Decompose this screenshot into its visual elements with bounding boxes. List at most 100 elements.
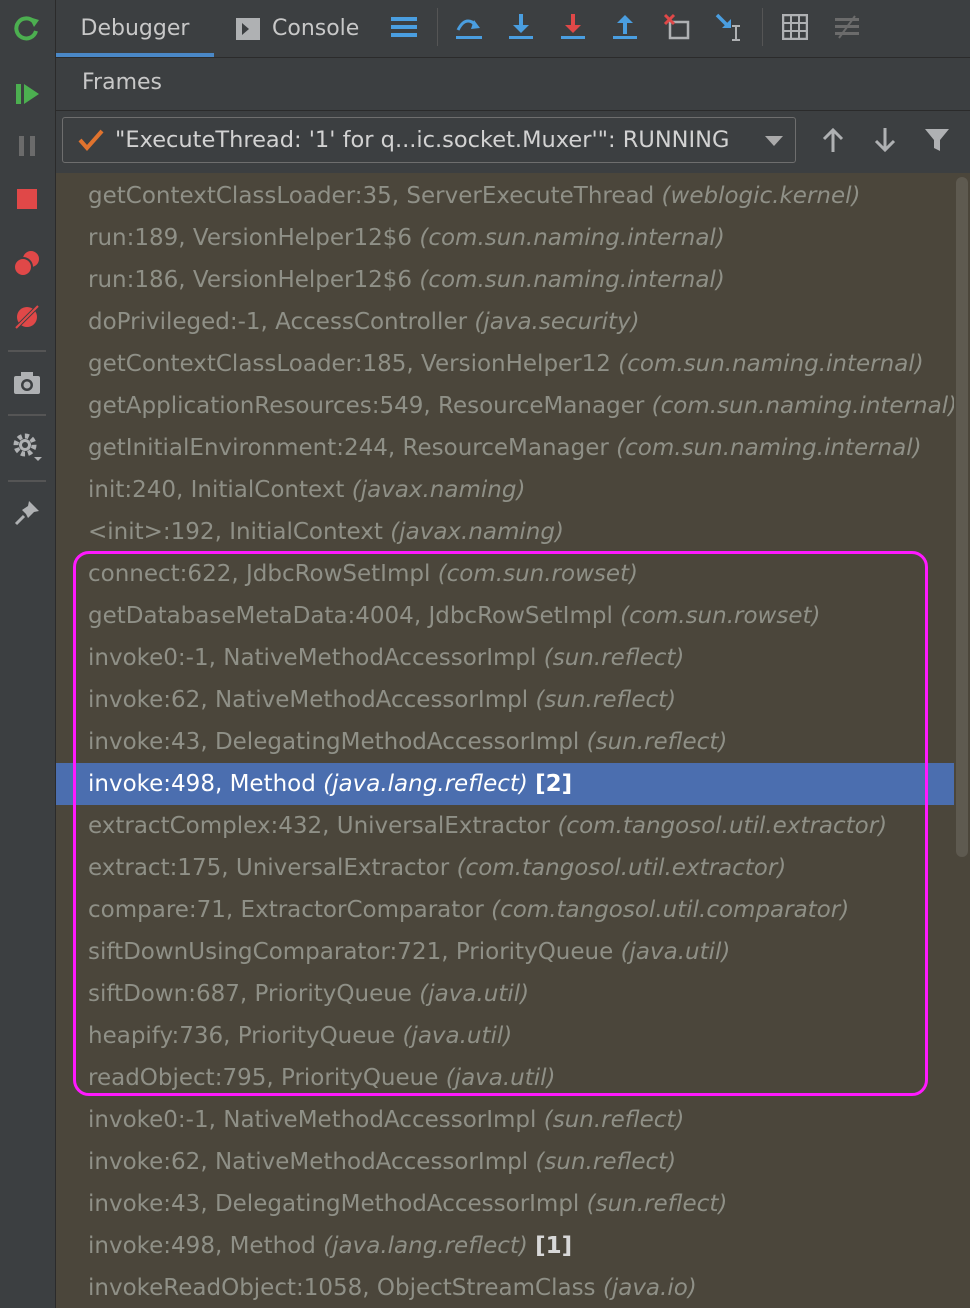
layout-menu-button[interactable] (387, 10, 421, 44)
evaluate-expression-button[interactable] (778, 10, 812, 44)
frame-row[interactable]: doPrivileged:-1, AccessController (java.… (56, 301, 968, 343)
next-frame-button[interactable] (868, 123, 902, 157)
frame-package: (java.util) (419, 981, 530, 1007)
force-step-into-button[interactable] (556, 10, 590, 44)
show-execution-point-button[interactable] (452, 10, 486, 44)
frame-row[interactable]: getDatabaseMetaData:4004, JdbcRowSetImpl… (56, 595, 968, 637)
frame-package: (com.tangosol.util.comparator) (491, 897, 850, 923)
frame-row[interactable]: siftDown:687, PriorityQueue (java.util) (56, 973, 968, 1015)
rerun-button[interactable] (8, 10, 46, 48)
trace-icon (835, 15, 859, 39)
frame-package: (java.lang.reflect) (323, 1233, 528, 1259)
settings-button[interactable] (8, 428, 46, 466)
frame-package: (javax.naming) (390, 519, 564, 545)
frame-method: heapify:736, PriorityQueue (88, 1023, 396, 1049)
frame-row[interactable]: <init>:192, InitialContext (javax.naming… (56, 511, 968, 553)
frame-row[interactable]: invoke:43, DelegatingMethodAccessorImpl … (56, 1183, 968, 1225)
console-icon (236, 17, 260, 40)
trace-button[interactable] (830, 10, 864, 44)
view-breakpoints-button[interactable] (8, 244, 46, 282)
frame-package: (com.sun.naming.internal) (651, 393, 958, 419)
rerun-icon (14, 16, 39, 41)
toolbar-separator (437, 8, 438, 46)
frame-row[interactable]: invoke:498, Method (java.lang.reflect) [… (56, 1225, 968, 1267)
frame-package: (java.lang.reflect) (323, 771, 528, 797)
frame-row[interactable]: connect:622, JdbcRowSetImpl (com.sun.row… (56, 553, 968, 595)
pin-tab-button[interactable] (8, 494, 46, 532)
arrow-down-icon (874, 128, 896, 153)
frame-row[interactable]: invoke0:-1, NativeMethodAccessorImpl (su… (56, 1099, 968, 1141)
frame-row[interactable]: getContextClassLoader:35, ServerExecuteT… (56, 175, 968, 217)
frame-package: (com.sun.rowset) (620, 603, 821, 629)
get-thread-dump-button[interactable] (8, 364, 46, 402)
tab-console[interactable]: Console (236, 0, 359, 57)
frame-row[interactable]: compare:71, ExtractorComparator (com.tan… (56, 889, 968, 931)
frame-row[interactable]: getInitialEnvironment:244, ResourceManag… (56, 427, 968, 469)
frame-method: getInitialEnvironment:244, ResourceManag… (88, 435, 609, 461)
frame-method: run:186, VersionHelper12$6 (88, 267, 413, 293)
toolbar-separator (8, 480, 46, 482)
frame-row[interactable]: invoke:43, DelegatingMethodAccessorImpl … (56, 721, 968, 763)
frame-method: compare:71, ExtractorComparator (88, 897, 484, 923)
pause-button[interactable] (8, 127, 46, 165)
frame-row[interactable]: getContextClassLoader:185, VersionHelper… (56, 343, 968, 385)
toolbar-separator (762, 8, 763, 46)
step-out-button[interactable] (608, 10, 642, 44)
stop-button[interactable] (8, 180, 46, 218)
resume-icon (16, 84, 39, 104)
settings-icon (13, 433, 42, 461)
view-breakpoints-icon (13, 251, 39, 277)
thread-dropdown[interactable]: "ExecuteThread: '1' for q...ic.socket.Mu… (62, 117, 796, 163)
frames-title: Frames (82, 70, 163, 95)
tab-debugger[interactable]: Debugger (56, 0, 214, 57)
frame-row[interactable]: invoke0:-1, NativeMethodAccessorImpl (su… (56, 637, 968, 679)
frame-row[interactable]: invoke:498, Method (java.lang.reflect) [… (56, 763, 968, 805)
step-into-button[interactable] (504, 10, 538, 44)
frame-method: invoke:498, Method (88, 771, 316, 797)
frame-package: (sun.reflect) (535, 1149, 677, 1175)
frame-method: doPrivileged:-1, AccessController (88, 309, 468, 335)
frame-package: (com.tangosol.util.extractor) (456, 855, 787, 881)
frame-row[interactable]: heapify:736, PriorityQueue (java.util) (56, 1015, 968, 1057)
frame-method: invoke:62, NativeMethodAccessorImpl (88, 1149, 529, 1175)
frame-method: siftDown:687, PriorityQueue (88, 981, 412, 1007)
camera-icon (14, 372, 40, 394)
frame-method: invoke:62, NativeMethodAccessorImpl (88, 687, 529, 713)
frame-row[interactable]: init:240, InitialContext (javax.naming) (56, 469, 968, 511)
frame-package: (java.util) (620, 939, 731, 965)
frame-row[interactable]: invoke:62, NativeMethodAccessorImpl (sun… (56, 1141, 968, 1183)
arrow-up-icon (822, 127, 844, 152)
filter-frames-button[interactable] (920, 123, 954, 157)
frame-row[interactable]: run:189, VersionHelper12$6 (com.sun.nami… (56, 217, 968, 259)
frame-row[interactable]: getApplicationResources:549, ResourceMan… (56, 385, 968, 427)
frame-method: getApplicationResources:549, ResourceMan… (88, 393, 645, 419)
mute-breakpoints-icon (14, 304, 40, 330)
frame-package: (weblogic.kernel) (661, 183, 861, 209)
chevron-down-icon (765, 136, 783, 146)
scrollbar-thumb[interactable] (956, 177, 968, 857)
scrollbar[interactable] (954, 173, 970, 1308)
toolbar-separator (8, 414, 46, 416)
frame-row[interactable]: extractComplex:432, UniversalExtractor (… (56, 805, 968, 847)
frame-package: (sun.reflect) (543, 1107, 685, 1133)
resume-button[interactable] (8, 75, 46, 113)
mute-breakpoints-button[interactable] (8, 298, 46, 336)
frame-row[interactable]: siftDownUsingComparator:721, PriorityQue… (56, 931, 968, 973)
frame-row[interactable]: extract:175, UniversalExtractor (com.tan… (56, 847, 968, 889)
previous-frame-button[interactable] (816, 123, 850, 157)
pin-icon (14, 501, 39, 526)
frame-row[interactable]: invokeReadObject:1058, ObjectStreamClass… (56, 1267, 968, 1308)
thread-selector-row: "ExecuteThread: '1' for q...ic.socket.Mu… (56, 111, 970, 173)
debugger-tab-bar: Debugger Console (56, 0, 970, 58)
tab-console-label: Console (272, 16, 360, 41)
run-to-cursor-button[interactable] (712, 10, 746, 44)
frame-row[interactable]: run:186, VersionHelper12$6 (com.sun.nami… (56, 259, 968, 301)
frame-package: (javax.naming) (351, 477, 526, 503)
frame-row[interactable]: invoke:62, NativeMethodAccessorImpl (sun… (56, 679, 968, 721)
stop-icon (17, 189, 37, 209)
drop-frame-button[interactable] (660, 10, 694, 44)
frame-package: (sun.reflect) (586, 1191, 728, 1217)
frame-method: invoke0:-1, NativeMethodAccessorImpl (88, 1107, 537, 1133)
frame-row[interactable]: readObject:795, PriorityQueue (java.util… (56, 1057, 968, 1099)
tab-debugger-label: Debugger (80, 16, 190, 41)
